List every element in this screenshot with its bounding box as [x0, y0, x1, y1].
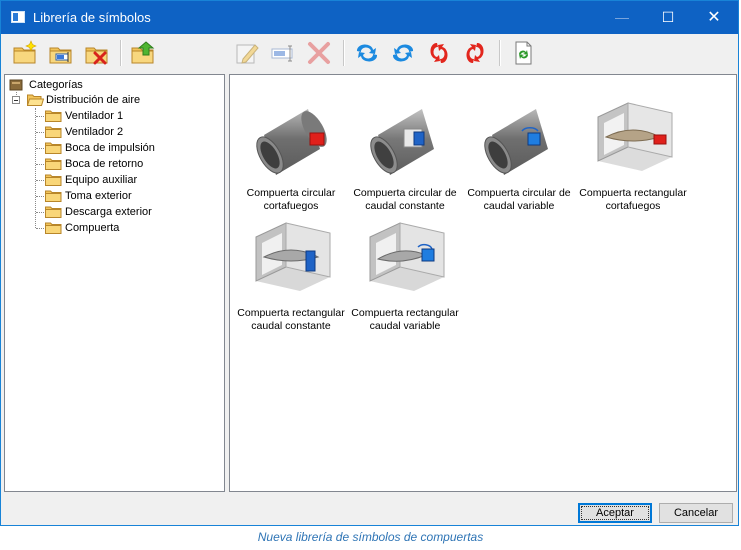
maximize-button[interactable]: ☐ [645, 1, 691, 34]
tree-item-label: Descarga exterior [65, 206, 152, 218]
rectangular-variable-flow-damper-image [360, 215, 450, 301]
folder-icon [45, 110, 62, 122]
folder-icon [45, 190, 62, 202]
tree-item-label: Compuerta [65, 222, 120, 234]
symbol-caption: Compuerta circular cortafuegos [246, 187, 336, 212]
symbol-item[interactable]: Compuerta circular de caudal constante [347, 95, 463, 213]
tree-connector [36, 228, 44, 229]
rectangular-fire-damper-image [588, 95, 678, 181]
circular-constant-flow-damper-image [360, 95, 450, 181]
tree-item-label: Boca de impulsión [65, 142, 155, 154]
collapse-toggle[interactable] [12, 96, 20, 104]
figure-caption: Nueva librería de símbolos de compuertas [257, 530, 484, 544]
tree-connector [35, 108, 36, 228]
rotate-cw-icon[interactable] [353, 39, 381, 67]
folder-icon [45, 142, 62, 154]
toolbar-separator [499, 40, 501, 66]
tree-connector [36, 212, 44, 213]
mirror-vertical-icon[interactable] [425, 39, 453, 67]
symbol-item[interactable]: Compuerta circular de caudal variable [461, 95, 577, 213]
app-icon [11, 11, 25, 23]
accept-button[interactable]: Aceptar [578, 503, 652, 523]
tree-group-label: Distribución de aire [46, 94, 141, 106]
folder-icon [45, 174, 62, 186]
symbol-caption: Compuerta circular de caudal variable [467, 187, 571, 212]
toolbar-separator [343, 40, 345, 66]
title-bar[interactable]: Librería de símbolos — ☐ ✕ [1, 1, 738, 34]
tree-connector [36, 148, 44, 149]
symbol-item[interactable]: Compuerta rectangular caudal variable [347, 215, 463, 333]
rename-symbol-icon[interactable] [269, 39, 297, 67]
rotate-ccw-icon[interactable] [389, 39, 417, 67]
delete-folder-icon[interactable] [83, 39, 111, 67]
symbol-caption: Compuerta circular de caudal constante [353, 187, 457, 212]
symbol-item[interactable]: Compuerta circular cortafuegos [233, 95, 349, 213]
mirror-horizontal-icon[interactable] [461, 39, 489, 67]
rename-folder-icon[interactable] [47, 39, 75, 67]
window-title: Librería de símbolos [33, 10, 151, 25]
tree-root-label: Categorías [29, 79, 83, 91]
tree-connector [36, 164, 44, 165]
folder-icon [45, 222, 62, 234]
folder-icon [45, 206, 62, 218]
tree-item-label: Ventilador 1 [65, 110, 124, 122]
tree-connector [36, 196, 44, 197]
cancel-button[interactable]: Cancelar [659, 503, 733, 523]
tree-item-label: Toma exterior [65, 190, 132, 202]
symbol-item[interactable]: Compuerta rectangular caudal constante [233, 215, 349, 333]
delete-symbol-icon[interactable] [305, 39, 333, 67]
library-icon [9, 79, 26, 91]
tree-item-label: Ventilador 2 [65, 126, 124, 138]
library-window: Librería de símbolos — ☐ ✕ Categorías Di… [0, 0, 739, 526]
symbol-gallery[interactable]: Compuerta circular cortafuegos Compuerta … [229, 74, 737, 492]
open-folder-icon [27, 94, 44, 106]
tree-connector [36, 116, 44, 117]
folder-icon [45, 126, 62, 138]
refresh-icon[interactable] [509, 39, 537, 67]
minimize-button[interactable]: — [599, 1, 645, 34]
symbol-item[interactable]: Compuerta rectangular cortafuegos [575, 95, 691, 213]
category-tree[interactable]: Categorías Distribución de aire Ventilad… [4, 74, 225, 492]
tree-item-label: Boca de retorno [65, 158, 144, 170]
circular-variable-flow-damper-image [474, 95, 564, 181]
tree-connector [36, 180, 44, 181]
toolbar [1, 34, 738, 74]
tree-connector [36, 132, 44, 133]
tree-item-label: Equipo auxiliar [65, 174, 138, 186]
folder-up-icon[interactable] [129, 39, 157, 67]
symbol-caption: Compuerta rectangular caudal variable [351, 307, 459, 332]
edit-symbol-icon[interactable] [233, 39, 261, 67]
folder-icon [45, 158, 62, 170]
symbol-caption: Compuerta rectangular cortafuegos [579, 187, 687, 212]
symbol-caption: Compuerta rectangular caudal constante [237, 307, 345, 332]
close-button[interactable]: ✕ [691, 1, 737, 34]
circular-fire-damper-image [246, 95, 336, 181]
new-folder-icon[interactable] [11, 39, 39, 67]
rectangular-constant-flow-damper-image [246, 215, 336, 301]
toolbar-separator [120, 40, 122, 66]
